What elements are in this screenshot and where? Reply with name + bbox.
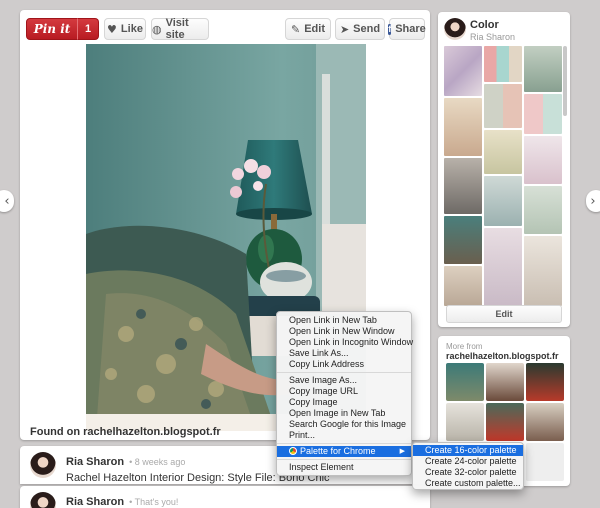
chevron-right-icon: ›: [590, 193, 596, 209]
submenu-item-custom[interactable]: Create custom palette...: [413, 478, 523, 489]
avatar[interactable]: [30, 492, 56, 508]
board-owner[interactable]: Ria Sharon: [470, 32, 515, 42]
submenu-item-24-color[interactable]: Create 24-color palette: [413, 456, 523, 467]
menu-item-copy-image-url[interactable]: Copy Image URL: [277, 386, 411, 397]
board-thumbnail[interactable]: [484, 130, 522, 174]
board-thumbnail[interactable]: [524, 136, 562, 184]
context-menu: Open Link in New Tab Open Link in New Wi…: [276, 311, 413, 476]
visit-site-label: Visit site: [165, 17, 189, 41]
pin-toolbar: Pin it 1 ♥ Like ◍ Visit site ✎ Edit ➤ Send f…: [20, 10, 430, 46]
menu-item-inspect-element[interactable]: Inspect Element: [277, 462, 411, 473]
menu-item-search-google-image[interactable]: Search Google for this Image: [277, 419, 411, 430]
facebook-icon: f: [388, 23, 392, 35]
pencil-icon: ✎: [291, 22, 301, 36]
board-thumbnail[interactable]: [524, 94, 562, 134]
board-thumbnail[interactable]: [444, 158, 482, 214]
board-thumbnail[interactable]: [484, 84, 522, 128]
next-pin-button[interactable]: ›: [586, 190, 600, 212]
board-thumbnail[interactable]: [524, 236, 562, 306]
edit-button[interactable]: ✎ Edit: [285, 18, 331, 40]
related-thumbnail[interactable]: [446, 363, 484, 401]
menu-item-copy-image[interactable]: Copy Image: [277, 397, 411, 408]
related-thumbnail[interactable]: [486, 363, 524, 401]
pin-count-value: 1: [84, 23, 92, 35]
chevron-left-icon: ‹: [4, 193, 10, 209]
palette-submenu: Create 16-color palette Create 24-color …: [412, 442, 524, 490]
board-thumbnail[interactable]: [524, 186, 562, 234]
comment-time: • 8 weeks ago: [129, 457, 186, 467]
menu-item-open-link-incognito[interactable]: Open Link in Incognito Window: [277, 337, 413, 348]
palette-label: Palette for Chrome: [300, 446, 376, 456]
related-thumbnail[interactable]: [526, 443, 564, 481]
more-from-source[interactable]: rachelhazelton.blogspot.fr: [446, 351, 559, 361]
heart-icon: ♥: [107, 22, 117, 36]
like-label: Like: [120, 23, 143, 35]
board-thumbnail[interactable]: [444, 46, 482, 96]
menu-item-open-image-new-tab[interactable]: Open Image in New Tab: [277, 408, 411, 419]
menu-item-open-link-new-tab[interactable]: Open Link in New Tab: [277, 315, 411, 326]
previous-pin-button[interactable]: ‹: [0, 190, 14, 212]
like-button[interactable]: ♥ Like: [104, 18, 146, 40]
pin-count-badge[interactable]: 1: [77, 18, 99, 40]
globe-icon: ◍: [152, 22, 162, 36]
menu-separator: [277, 443, 411, 444]
menu-item-copy-link-address[interactable]: Copy Link Address: [277, 359, 411, 370]
board-thumbnail[interactable]: [484, 46, 522, 82]
pin-it-label: Pin it: [33, 22, 71, 36]
pin-it-button[interactable]: Pin it: [26, 18, 78, 40]
menu-separator: [277, 459, 411, 460]
edit-label: Edit: [304, 23, 325, 35]
comment-author[interactable]: Ria Sharon • 8 weeks ago: [66, 456, 185, 468]
menu-item-save-link-as[interactable]: Save Link As...: [277, 348, 411, 359]
submenu-item-32-color[interactable]: Create 32-color palette: [413, 467, 523, 478]
paper-plane-icon: ➤: [339, 22, 350, 36]
related-thumbnail[interactable]: [526, 403, 564, 441]
avatar[interactable]: [444, 18, 466, 40]
send-label: Send: [353, 23, 381, 35]
board-title[interactable]: Color: [470, 19, 499, 31]
submenu-item-16-color[interactable]: Create 16-color palette: [413, 445, 523, 456]
board-edit-button[interactable]: Edit: [446, 305, 562, 323]
menu-separator: [277, 372, 411, 373]
share-button[interactable]: f Share: [388, 18, 426, 40]
author-name[interactable]: Ria Sharon: [66, 456, 124, 468]
related-thumbnail[interactable]: [526, 363, 564, 401]
found-on-label[interactable]: Found on rachelhazelton.blogspot.fr: [30, 426, 221, 438]
related-thumbnail[interactable]: [446, 403, 484, 441]
send-button[interactable]: ➤ Send: [335, 18, 385, 40]
board-scrollbar[interactable]: [563, 46, 567, 116]
board-thumbnail[interactable]: [484, 176, 522, 226]
visit-site-button[interactable]: ◍ Visit site: [151, 17, 209, 41]
board-thumbnail[interactable]: [444, 216, 482, 264]
board-card: Color Ria Sharon Edit: [438, 12, 570, 327]
comment-author[interactable]: Ria Sharon • That's you!: [66, 496, 178, 508]
more-from-label: More from: [446, 342, 483, 351]
author-name[interactable]: Ria Sharon: [66, 496, 124, 508]
comment-time: • That's you!: [129, 497, 179, 507]
submenu-arrow-icon: ▶: [399, 447, 405, 455]
board-thumbnail[interactable]: [444, 266, 482, 306]
menu-item-save-image-as[interactable]: Save Image As...: [277, 375, 411, 386]
board-thumbnail[interactable]: [484, 228, 522, 306]
menu-item-palette-for-chrome[interactable]: Palette for Chrome ▶: [277, 446, 411, 457]
comment-item: Ria Sharon • That's you!: [20, 486, 430, 508]
share-label: Share: [395, 23, 426, 35]
avatar[interactable]: [30, 452, 56, 478]
board-thumbnail[interactable]: [444, 98, 482, 156]
menu-item-open-link-new-window[interactable]: Open Link in New Window: [277, 326, 411, 337]
board-thumbnails[interactable]: [444, 46, 562, 314]
related-thumbnail[interactable]: [486, 403, 524, 441]
chrome-icon: [289, 447, 297, 455]
board-thumbnail[interactable]: [524, 46, 562, 92]
menu-item-print[interactable]: Print...: [277, 430, 411, 441]
